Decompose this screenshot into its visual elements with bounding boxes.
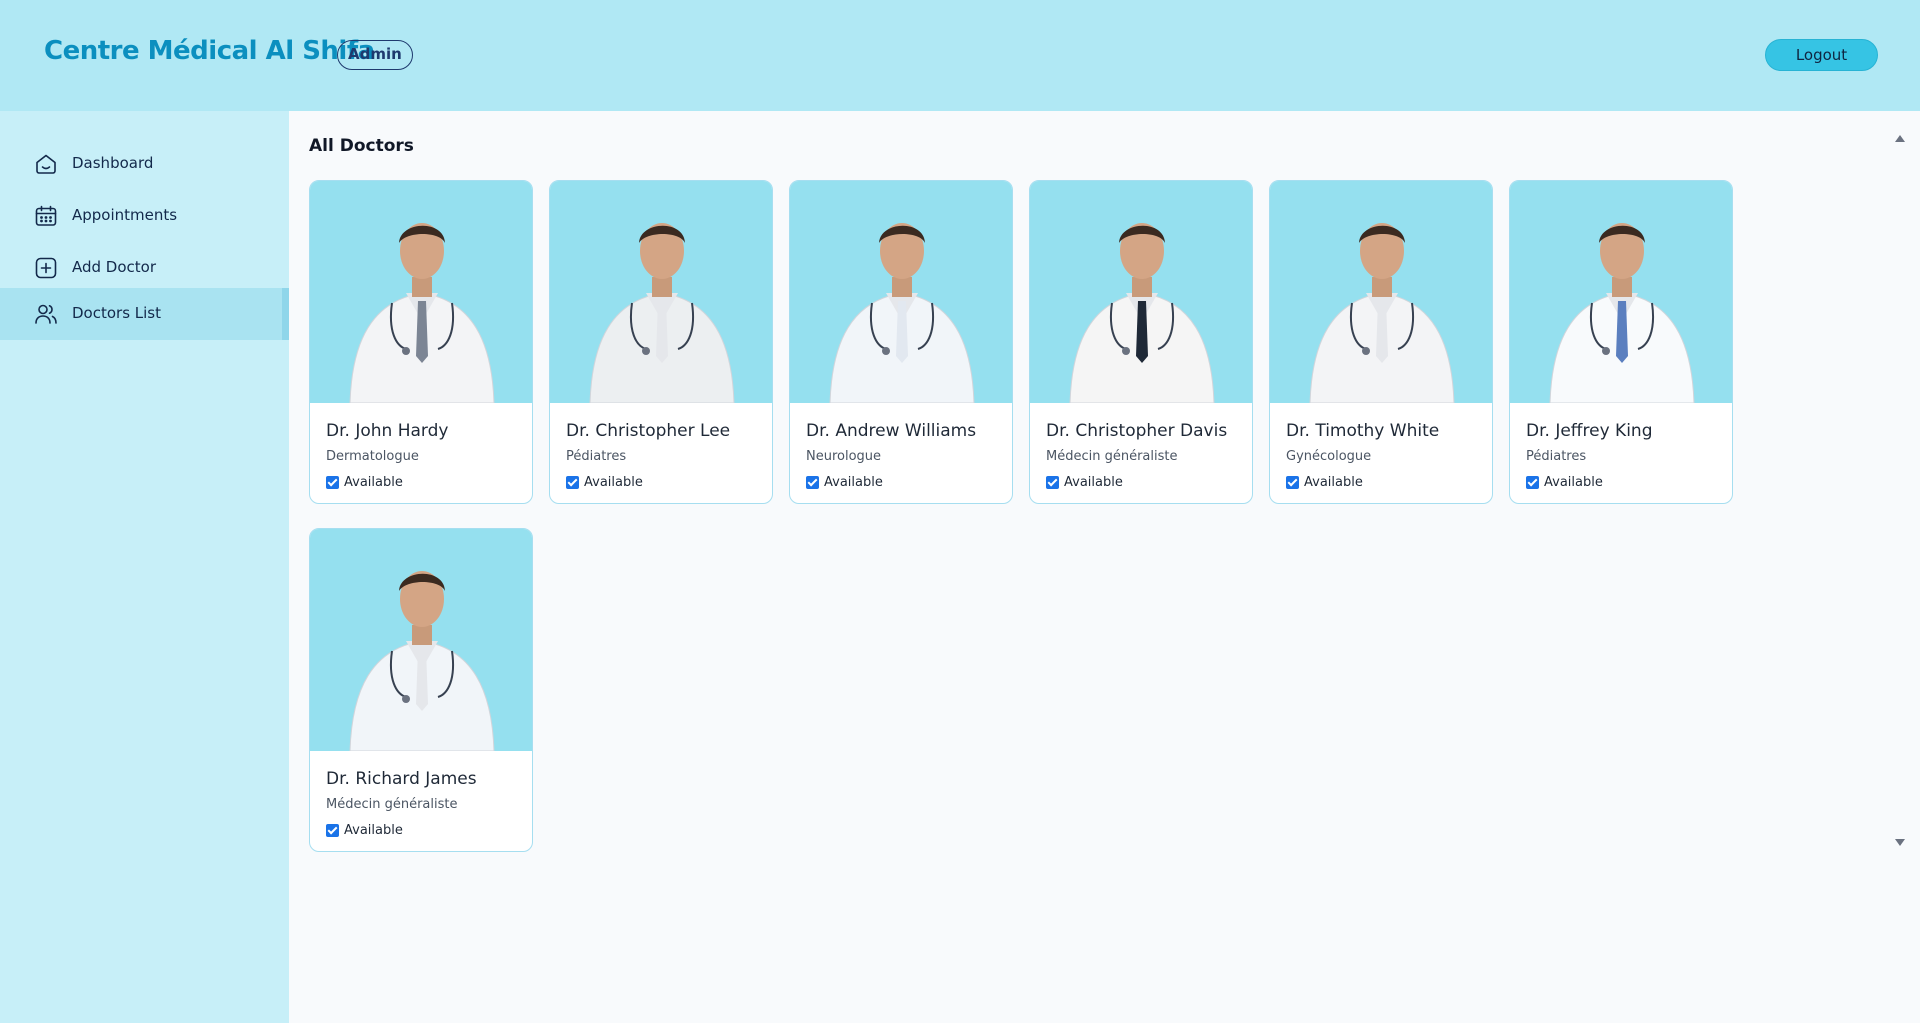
sidebar-item-doctors-list[interactable]: Doctors List	[0, 288, 289, 340]
main-content: All Doctors Dr. John Hardy Dermatologue	[289, 111, 1920, 1023]
availability-label: Available	[344, 823, 403, 838]
checkbox-checked-icon[interactable]	[1046, 476, 1059, 489]
doctor-name: Dr. Timothy White	[1286, 421, 1440, 441]
home-icon	[34, 152, 58, 176]
availability-toggle[interactable]: Available	[1526, 475, 1603, 490]
sidebar-item-add-doctor[interactable]: Add Doctor	[0, 242, 289, 294]
sidebar-item-label: Dashboard	[72, 154, 154, 172]
doctor-specialty: Médecin généraliste	[326, 797, 458, 812]
availability-toggle[interactable]: Available	[806, 475, 883, 490]
doctor-card[interactable]: Dr. Timothy White Gynécologue Available	[1269, 180, 1493, 504]
availability-toggle[interactable]: Available	[1046, 475, 1123, 490]
doctor-photo	[550, 181, 772, 403]
availability-label: Available	[344, 475, 403, 490]
doctor-name: Dr. Jeffrey King	[1526, 421, 1653, 441]
doctor-name: Dr. Christopher Davis	[1046, 421, 1228, 441]
scroll-down-arrow-icon[interactable]	[1895, 839, 1905, 846]
availability-label: Available	[1544, 475, 1603, 490]
page-title: All Doctors	[309, 136, 414, 156]
sidebar: Dashboard Appointments Add Doctor Doctor…	[0, 111, 289, 1023]
doctor-specialty: Pédiatres	[566, 449, 627, 464]
sidebar-item-dashboard[interactable]: Dashboard	[0, 138, 289, 190]
availability-toggle[interactable]: Available	[326, 823, 403, 838]
availability-label: Available	[1064, 475, 1123, 490]
doctor-card[interactable]: Dr. Christopher Davis Médecin généralist…	[1029, 180, 1253, 504]
availability-label: Available	[584, 475, 643, 490]
doctor-specialty: Médecin généraliste	[1046, 449, 1178, 464]
sidebar-item-appointments[interactable]: Appointments	[0, 190, 289, 242]
role-badge: Admin	[337, 40, 413, 70]
doctor-name: Dr. Christopher Lee	[566, 421, 731, 441]
calendar-icon	[34, 204, 58, 228]
brand-title[interactable]: Centre Médical Al Shifa	[44, 36, 375, 66]
doctor-specialty: Gynécologue	[1286, 449, 1372, 464]
availability-label: Available	[824, 475, 883, 490]
checkbox-checked-icon[interactable]	[1526, 476, 1539, 489]
doctor-specialty: Pédiatres	[1526, 449, 1587, 464]
doctor-photo	[310, 529, 532, 751]
doctor-name: Dr. Richard James	[326, 769, 477, 789]
doctor-card[interactable]: Dr. Richard James Médecin généraliste Av…	[309, 528, 533, 852]
doctor-specialty: Dermatologue	[326, 449, 419, 464]
availability-label: Available	[1304, 475, 1363, 490]
checkbox-checked-icon[interactable]	[806, 476, 819, 489]
availability-toggle[interactable]: Available	[326, 475, 403, 490]
availability-toggle[interactable]: Available	[566, 475, 643, 490]
top-header: Centre Médical Al Shifa Admin Logout	[0, 0, 1920, 111]
doctor-card[interactable]: Dr. John Hardy Dermatologue Available	[309, 180, 533, 504]
sidebar-item-label: Doctors List	[72, 304, 162, 322]
doctor-photo	[1030, 181, 1252, 403]
doctor-photo	[1270, 181, 1492, 403]
checkbox-checked-icon[interactable]	[326, 824, 339, 837]
checkbox-checked-icon[interactable]	[326, 476, 339, 489]
doctor-photo	[310, 181, 532, 403]
sidebar-item-label: Appointments	[72, 206, 178, 224]
doctor-name: Dr. John Hardy	[326, 421, 449, 441]
checkbox-checked-icon[interactable]	[1286, 476, 1299, 489]
logout-button[interactable]: Logout	[1765, 39, 1878, 71]
sidebar-item-label: Add Doctor	[72, 258, 157, 276]
scroll-up-arrow-icon[interactable]	[1895, 135, 1905, 142]
active-indicator	[282, 288, 289, 340]
doctor-card[interactable]: Dr. Jeffrey King Pédiatres Available	[1509, 180, 1733, 504]
users-icon	[34, 302, 58, 326]
doctor-card[interactable]: Dr. Christopher Lee Pédiatres Available	[549, 180, 773, 504]
doctor-specialty: Neurologue	[806, 449, 882, 464]
doctor-photo	[790, 181, 1012, 403]
doctor-photo	[1510, 181, 1732, 403]
add-square-icon	[34, 256, 58, 280]
doctor-card[interactable]: Dr. Andrew Williams Neurologue Available	[789, 180, 1013, 504]
availability-toggle[interactable]: Available	[1286, 475, 1363, 490]
checkbox-checked-icon[interactable]	[566, 476, 579, 489]
doctor-name: Dr. Andrew Williams	[806, 421, 977, 441]
